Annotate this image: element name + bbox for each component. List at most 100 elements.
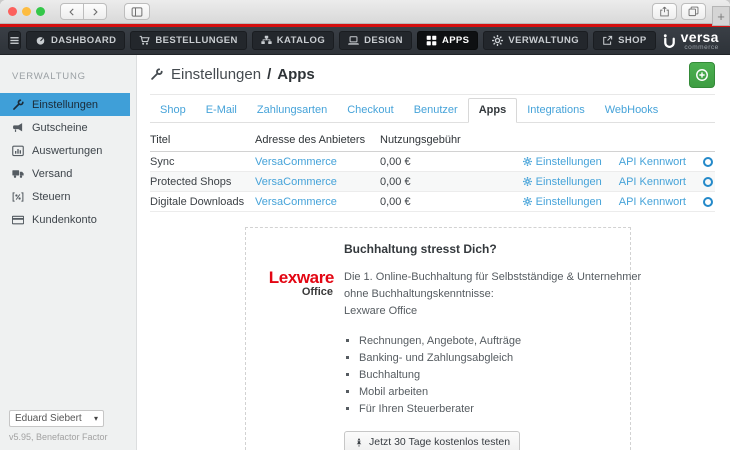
app-fee: 0,00 €: [380, 156, 523, 168]
cart-icon: [139, 35, 150, 46]
tab-checkout[interactable]: Checkout: [337, 99, 403, 122]
promo-feature: Mobil arbeiten: [359, 384, 618, 401]
panel-icon: [131, 6, 143, 18]
nav-item-label: DASHBOARD: [51, 35, 116, 46]
free-trial-button[interactable]: Jetzt 30 Tage kostenlos testen: [344, 431, 520, 450]
app-settings-link[interactable]: Einstellungen: [523, 176, 602, 188]
settings-label: Einstellungen: [536, 176, 602, 188]
app-settings-link[interactable]: Einstellungen: [523, 196, 602, 208]
nav-item-label: KATALOG: [277, 35, 325, 46]
breadcrumb-current: Apps: [277, 66, 315, 83]
promo-text-line: ohne Buchhaltungskenntnisse:: [344, 286, 618, 303]
nav-item-apps[interactable]: APPS: [417, 31, 478, 50]
sidebar-item-steuern[interactable]: Steuern: [0, 185, 136, 208]
tab-overview-button[interactable]: [681, 3, 706, 20]
new-tab-button[interactable]: +: [712, 6, 730, 26]
power-icon[interactable]: [703, 157, 713, 167]
lexware-logo-primary: Lexware: [256, 269, 334, 286]
nav-item-label: APPS: [442, 35, 469, 46]
laptop-icon: [348, 35, 359, 46]
tab-integrations[interactable]: Integrations: [517, 99, 594, 122]
provider-link[interactable]: VersaCommerce: [255, 156, 337, 168]
sidebar-item-kundenkonto[interactable]: Kundenkonto: [0, 208, 136, 231]
wrench-icon: [12, 99, 24, 111]
column-titel: Titel: [150, 134, 255, 146]
sidebar-item-gutscheine[interactable]: Gutscheine: [0, 116, 136, 139]
app-title: Sync: [150, 156, 255, 168]
power-icon[interactable]: [703, 197, 713, 207]
sidebar-item-label: Auswertungen: [32, 145, 102, 157]
provider-link[interactable]: VersaCommerce: [255, 176, 337, 188]
app-fee: 0,00 €: [380, 196, 523, 208]
api-password-link[interactable]: API Kennwort: [619, 156, 686, 168]
close-window-button[interactable]: [8, 7, 17, 16]
tab-email[interactable]: E-Mail: [196, 99, 247, 122]
tab-apps[interactable]: Apps: [468, 98, 518, 123]
share-icon: [659, 6, 670, 17]
page-title: Einstellungen / Apps: [171, 66, 315, 83]
user-select-value: Eduard Siebert: [15, 413, 82, 424]
nav-item-label: DESIGN: [364, 35, 403, 46]
column-nutzungsgebuehr: Nutzungsgebühr: [380, 134, 715, 146]
power-icon[interactable]: [703, 177, 713, 187]
bullhorn-icon: [12, 122, 24, 134]
promo-feature: Banking- und Zahlungsabgleich: [359, 350, 618, 367]
lexware-promo-box: Lexware Office Buchhaltung stresst Dich?…: [245, 227, 631, 450]
app-settings-link[interactable]: Einstellungen: [523, 156, 602, 168]
sidebar-item-auswertungen[interactable]: Auswertungen: [0, 139, 136, 162]
provider-link[interactable]: VersaCommerce: [255, 196, 337, 208]
versa-u-icon: [661, 34, 678, 49]
brand-name: versa: [681, 30, 719, 44]
browser-back-button[interactable]: [60, 3, 84, 20]
sidebar: VERWALTUNG Einstellungen Gutscheine Ausw…: [0, 55, 137, 450]
brand-tagline: commerce: [684, 45, 718, 52]
tab-shop[interactable]: Shop: [150, 99, 196, 122]
gauge-icon: [35, 35, 46, 46]
share-button[interactable]: [652, 3, 677, 20]
zoom-window-button[interactable]: [36, 7, 45, 16]
nav-item-bestellungen[interactable]: BESTELLUNGEN: [130, 31, 246, 50]
caret-down-icon: ▾: [94, 414, 98, 423]
tab-webhooks[interactable]: WebHooks: [595, 99, 669, 122]
browser-chrome: +: [0, 0, 730, 24]
version-text: v5.95, Benefactor Factor: [9, 432, 127, 442]
tab-benutzer[interactable]: Benutzer: [404, 99, 468, 122]
browser-window: + DASHBOARD BESTELLUNGEN KATALOG DESIGN …: [0, 0, 730, 450]
sidebar-item-einstellungen[interactable]: Einstellungen: [0, 93, 130, 116]
add-app-button[interactable]: [689, 62, 715, 88]
table-header: Titel Adresse des Anbieters Nutzungsgebü…: [150, 132, 715, 152]
gear-icon: [492, 35, 503, 46]
tab-zahlungsarten[interactable]: Zahlungsarten: [247, 99, 337, 122]
app-title: Digitale Downloads: [150, 196, 255, 208]
minimize-window-button[interactable]: [22, 7, 31, 16]
user-select[interactable]: Eduard Siebert ▾: [9, 410, 104, 427]
sidebar-item-versand[interactable]: Versand: [0, 162, 136, 185]
nav-item-verwaltung[interactable]: VERWALTUNG: [483, 31, 588, 50]
free-trial-label: Jetzt 30 Tage kostenlos testen: [369, 436, 510, 448]
sidebar-item-label: Versand: [32, 168, 72, 180]
promo-heading: Buchhaltung stresst Dich?: [344, 242, 618, 256]
api-password-link[interactable]: API Kennwort: [619, 176, 686, 188]
percent-icon: [12, 191, 24, 203]
nav-item-shop[interactable]: SHOP: [593, 31, 656, 50]
nav-item-dashboard[interactable]: DASHBOARD: [26, 31, 125, 50]
gear-icon: [523, 197, 532, 206]
promo-feature-list: Rechnungen, Angebote, Aufträge Banking- …: [359, 333, 618, 418]
menu-toggle-button[interactable]: [8, 31, 21, 50]
gear-icon: [523, 157, 532, 166]
promo-text-line: Lexware Office: [344, 303, 618, 320]
promo-feature: Für Ihren Steuerberater: [359, 401, 618, 418]
top-navigation: DASHBOARD BESTELLUNGEN KATALOG DESIGN AP…: [0, 27, 730, 55]
api-password-link[interactable]: API Kennwort: [619, 196, 686, 208]
nav-item-katalog[interactable]: KATALOG: [252, 31, 334, 50]
credit-card-icon: [12, 214, 24, 226]
table-row: Sync VersaCommerce 0,00 € Einstellungen …: [150, 152, 715, 172]
promo-text-line: Die 1. Online-Buchhaltung für Selbststän…: [344, 269, 618, 286]
main-content: Einstellungen / Apps Shop E-Mail Zahlung…: [137, 55, 730, 450]
circle-plus-icon: [695, 68, 709, 82]
nav-item-design[interactable]: DESIGN: [339, 31, 412, 50]
app-fee: 0,00 €: [380, 176, 523, 188]
sidebar-toggle-button[interactable]: [124, 3, 150, 20]
chevron-right-icon: [90, 7, 100, 17]
browser-forward-button[interactable]: [84, 3, 107, 20]
